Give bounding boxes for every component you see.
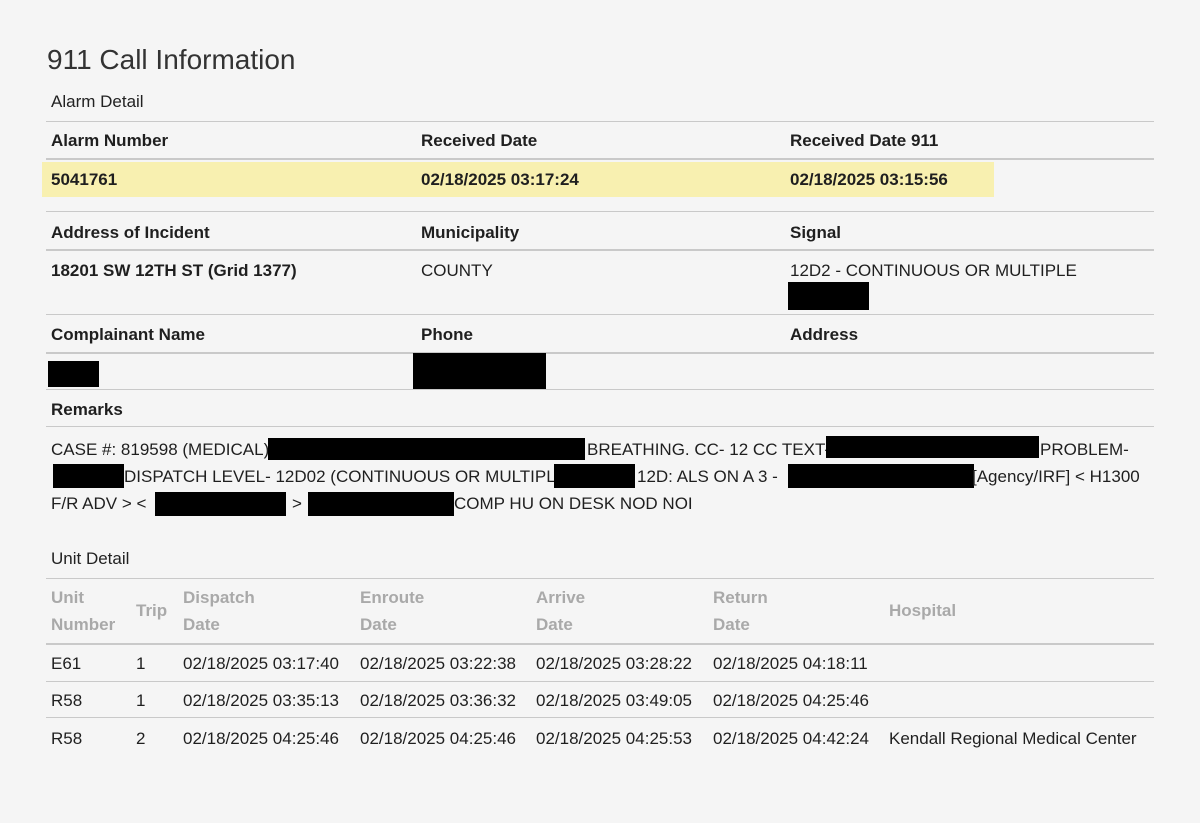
redaction-block [155, 492, 286, 516]
redaction-block [268, 438, 585, 460]
remarks-segment: F/R ADV > < [51, 494, 147, 513]
header-signal: Signal [790, 223, 842, 242]
unit-detail-label: Unit Detail [51, 549, 130, 568]
redaction-block [554, 464, 635, 488]
redaction-block [788, 464, 974, 488]
divider [46, 643, 1154, 645]
unit-cell: R58 [51, 729, 83, 748]
unit-cell: E61 [51, 654, 82, 673]
unit-cell: 02/18/2025 04:42:24 [713, 729, 869, 748]
unit-cell: 02/18/2025 03:28:22 [536, 654, 692, 673]
unit-cell: 02/18/2025 03:49:05 [536, 691, 692, 710]
divider [46, 681, 1154, 682]
divider [46, 314, 1154, 315]
header-address: Address [790, 325, 859, 344]
remarks-segment: [Agency/IRF] < H1300 [972, 467, 1140, 486]
divider [46, 426, 1154, 427]
unit-cell: R58 [51, 691, 83, 710]
divider [46, 389, 1154, 390]
remarks-segment: > [292, 494, 302, 513]
redaction-block [53, 464, 124, 488]
header-address-of-incident: Address of Incident [51, 223, 210, 242]
unit-cell: Kendall Regional Medical Center [889, 729, 1137, 748]
alarm-detail-label: Alarm Detail [51, 92, 144, 111]
header-received-date-911: Received Date 911 [790, 131, 939, 150]
unit-cell: 02/18/2025 04:25:46 [360, 729, 516, 748]
redaction-block [48, 361, 99, 387]
call-info-page: 911 Call Information Alarm Detail Alarm … [0, 0, 1200, 823]
unit-cell: 02/18/2025 03:17:40 [183, 654, 339, 673]
remarks-segment: COMP HU ON DESK NOD NOI [454, 494, 693, 513]
divider [46, 158, 1154, 160]
remarks-label: Remarks [51, 400, 123, 419]
unit-cell: 2 [136, 729, 146, 748]
remarks-segment: 12D: ALS ON A 3 - [637, 467, 778, 486]
redaction-block [826, 436, 1039, 458]
unit-cell: 02/18/2025 04:18:11 [713, 654, 868, 673]
column-header-dispatch-date: Dispatch Date [183, 588, 255, 634]
unit-cell: 02/18/2025 03:36:32 [360, 691, 516, 710]
received-date-value: 02/18/2025 03:17:24 [421, 170, 579, 189]
divider [46, 717, 1154, 718]
column-header-return-date: Return Date [713, 588, 768, 634]
unit-cell: 1 [136, 654, 146, 673]
divider [46, 211, 1154, 212]
signal-value: 12D2 - CONTINUOUS OR MULTIPLE [790, 261, 1077, 280]
municipality-value: COUNTY [421, 261, 493, 280]
divider [46, 249, 1154, 251]
unit-cell: 02/18/2025 03:35:13 [183, 691, 339, 710]
alarm-number-value: 5041761 [51, 170, 118, 189]
unit-cell: 02/18/2025 04:25:53 [536, 729, 692, 748]
column-header-enroute-date: Enroute Date [360, 588, 425, 634]
page-title: 911 Call Information [47, 44, 296, 75]
unit-cell: 1 [136, 691, 146, 710]
unit-cell: 02/18/2025 03:22:38 [360, 654, 516, 673]
remarks-segment: DISPATCH LEVEL- 12D02 (CONTINUOUS OR MUL… [124, 467, 568, 486]
incident-address-value: 18201 SW 12TH ST (Grid 1377) [51, 261, 297, 280]
unit-cell: 02/18/2025 04:25:46 [183, 729, 339, 748]
header-municipality: Municipality [421, 223, 520, 242]
redaction-block [788, 282, 869, 310]
divider [46, 121, 1154, 122]
header-phone: Phone [421, 325, 473, 344]
divider [46, 578, 1154, 579]
column-header-hospital: Hospital [889, 601, 957, 620]
remarks-segment: BREATHING. CC- 12 CC TEXT- [587, 440, 831, 459]
header-received-date: Received Date [421, 131, 538, 150]
header-alarm-number: Alarm Number [51, 131, 169, 150]
unit-cell: 02/18/2025 04:25:46 [713, 691, 869, 710]
header-complainant-name: Complainant Name [51, 325, 205, 344]
column-header-arrive-date: Arrive Date [536, 588, 586, 634]
divider [46, 352, 1154, 354]
redaction-block [308, 492, 454, 516]
column-header-unit-number: Unit Number [51, 588, 116, 634]
remarks-segment: PROBLEM- [1040, 440, 1129, 459]
redaction-block [413, 353, 546, 389]
column-header-trip: Trip [136, 601, 168, 620]
received-date-911-value: 02/18/2025 03:15:56 [790, 170, 948, 189]
remarks-segment: CASE #: 819598 (MEDICAL) [51, 440, 270, 459]
